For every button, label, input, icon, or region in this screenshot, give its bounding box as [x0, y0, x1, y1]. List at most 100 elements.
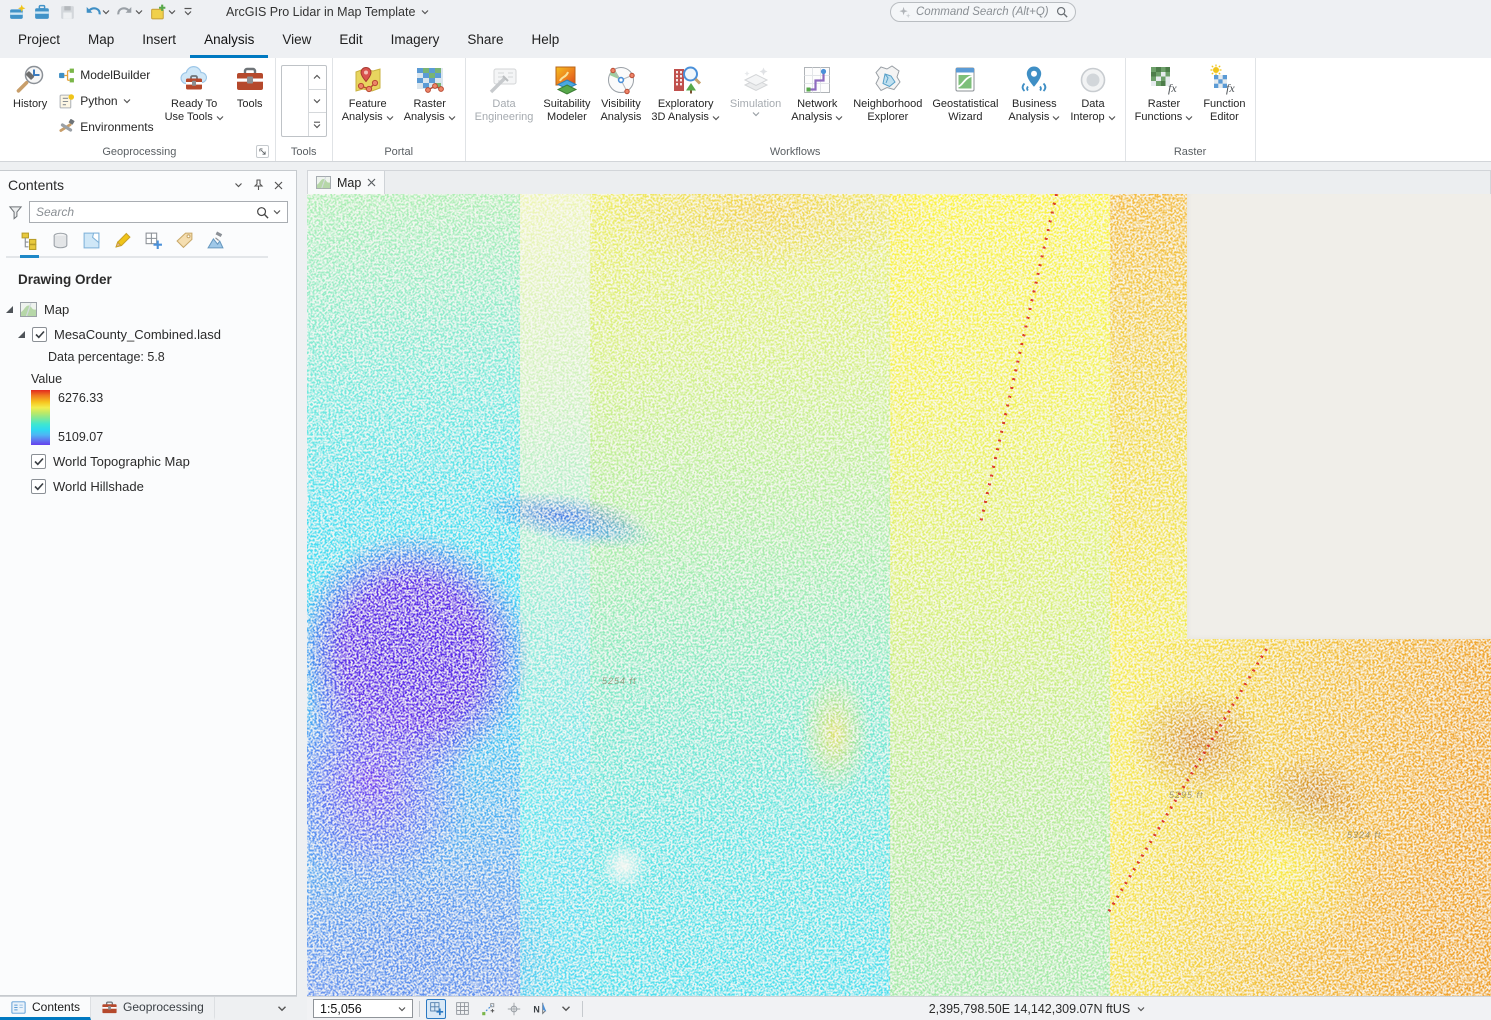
lasd-layer-row[interactable]: MesaCounty_Combined.lasd: [0, 322, 296, 347]
neighborhood-explorer-button[interactable]: Neighborhood Explorer: [849, 61, 926, 125]
suitability-modeler-button[interactable]: Suitability Modeler: [539, 61, 594, 125]
neighborhood-explorer-icon: [872, 64, 904, 96]
gallery-up-icon[interactable]: [309, 66, 326, 90]
contents-search-input[interactable]: [36, 205, 252, 219]
save-project-button[interactable]: [56, 2, 79, 23]
coordinate-readout[interactable]: 2,395,798.50E 14,142,309.07N ftUS: [589, 1002, 1485, 1016]
lasd-layer-label[interactable]: MesaCounty_Combined.lasd: [54, 327, 221, 342]
map-view-tab[interactable]: Map: [308, 171, 385, 194]
map-canvas[interactable]: 5254 ft 5295 ft 5324 ft: [307, 194, 1491, 996]
scale-select[interactable]: 1:5,056: [313, 999, 413, 1018]
tab-analysis[interactable]: Analysis: [190, 24, 268, 58]
grid-toggle[interactable]: [452, 999, 472, 1019]
gallery-down-icon[interactable]: [309, 90, 326, 114]
list-by-editing-tab[interactable]: [113, 231, 132, 258]
visibility-analysis-button[interactable]: Visibility Analysis: [596, 61, 645, 125]
main-area: Contents: [0, 162, 1491, 1020]
hillshade-checkbox[interactable]: [31, 479, 46, 494]
tab-share[interactable]: Share: [453, 24, 517, 58]
data-interop-button[interactable]: Data Interop: [1066, 61, 1119, 125]
tab-project[interactable]: Project: [4, 24, 74, 58]
undo-button[interactable]: [81, 2, 112, 23]
title-dropdown-icon[interactable]: [421, 9, 429, 15]
panel-menu-chevron-icon[interactable]: [228, 175, 248, 195]
map-tab-label[interactable]: Map: [337, 176, 361, 190]
tab-map[interactable]: Map: [74, 24, 128, 58]
data-interop-icon: [1077, 64, 1109, 96]
pane-tab-bar: Contents Geoprocessing: [0, 996, 297, 1020]
topo-layer-row[interactable]: World Topographic Map: [0, 449, 296, 474]
pane-tab-overflow-icon[interactable]: [267, 997, 297, 1020]
selectable-layers-toggle[interactable]: [426, 999, 446, 1019]
list-by-labeling-tab[interactable]: [175, 231, 194, 258]
exploratory-3d-analysis-button[interactable]: Exploratory 3D Analysis: [647, 61, 723, 125]
raster-analysis-button[interactable]: Raster Analysis: [400, 61, 460, 125]
pane-tab-contents[interactable]: Contents: [0, 997, 91, 1020]
list-by-charts-tab[interactable]: [206, 231, 225, 258]
python-button[interactable]: Python: [53, 89, 158, 113]
business-analysis-button[interactable]: Business Analysis: [1004, 61, 1064, 125]
list-by-drawing-order-tab[interactable]: [20, 231, 39, 258]
gallery-expand-icon[interactable]: [309, 113, 326, 136]
tab-imagery[interactable]: Imagery: [377, 24, 454, 58]
lasd-checkbox[interactable]: [32, 327, 47, 342]
history-button[interactable]: History: [9, 61, 51, 112]
geostatistical-wizard-button[interactable]: Geostatistical Wizard: [928, 61, 1002, 125]
tab-help[interactable]: Help: [517, 24, 573, 58]
environments-icon: [58, 119, 75, 136]
pane-tab-geoprocessing[interactable]: Geoprocessing: [91, 997, 215, 1020]
status-options-chevron-icon[interactable]: [556, 999, 576, 1019]
tab-insert[interactable]: Insert: [128, 24, 190, 58]
snapping-toggle[interactable]: [478, 999, 498, 1019]
hillshade-layer-label[interactable]: World Hillshade: [53, 479, 144, 494]
close-panel-icon[interactable]: [268, 175, 288, 195]
ready-to-use-tools-icon: [178, 64, 210, 96]
tab-edit[interactable]: Edit: [325, 24, 376, 58]
history-icon: [14, 64, 46, 96]
close-map-tab-icon[interactable]: [367, 178, 376, 187]
environments-button[interactable]: Environments: [53, 115, 158, 139]
hillshade-layer-row[interactable]: World Hillshade: [0, 474, 296, 499]
map-layer-row[interactable]: Map: [0, 297, 296, 322]
customize-qat-button[interactable]: [180, 6, 196, 18]
geoprocessing-dialog-launcher-icon[interactable]: [256, 145, 269, 158]
network-analysis-icon: [801, 64, 833, 96]
ribbon: History ModelBuilder Python Environment: [0, 58, 1491, 162]
topo-checkbox[interactable]: [31, 454, 46, 469]
contents-search-box[interactable]: [29, 201, 288, 223]
north-arrow-button[interactable]: N: [530, 999, 550, 1019]
topo-layer-label[interactable]: World Topographic Map: [53, 454, 190, 469]
search-options-chevron-icon[interactable]: [273, 209, 281, 215]
list-by-data-source-tab[interactable]: [51, 231, 70, 258]
tools-button[interactable]: Tools: [230, 61, 270, 112]
expand-map-icon[interactable]: [6, 306, 13, 313]
expand-lasd-icon[interactable]: [18, 331, 25, 338]
add-in-button[interactable]: [147, 2, 178, 23]
list-by-selection-tab[interactable]: [82, 231, 101, 258]
network-analysis-button[interactable]: Network Analysis: [787, 61, 847, 125]
raster-functions-button[interactable]: fx Raster Functions: [1131, 61, 1198, 125]
modelbuilder-button[interactable]: ModelBuilder: [53, 63, 158, 87]
list-by-snapping-tab[interactable]: [144, 231, 163, 258]
simulation-icon: [740, 64, 772, 96]
tab-view[interactable]: View: [268, 24, 325, 58]
ready-to-use-tools-button[interactable]: Ready To Use Tools: [161, 61, 228, 125]
function-editor-button[interactable]: fx Function Editor: [1199, 61, 1249, 125]
search-icon: [1056, 6, 1068, 18]
data-engineering-button: Data Engineering: [471, 61, 538, 125]
filter-icon[interactable]: [8, 205, 23, 220]
selectable-layers-icon: [429, 1001, 444, 1016]
pin-icon[interactable]: [248, 175, 268, 195]
crosshair-toggle[interactable]: [504, 999, 524, 1019]
ground-elevation-label: 5254 ft: [602, 676, 637, 686]
python-icon: [58, 93, 75, 110]
open-project-button[interactable]: [31, 2, 54, 23]
feature-analysis-button[interactable]: Feature Analysis: [338, 61, 398, 125]
ramp-min-label: 5109.07: [58, 430, 103, 444]
command-search[interactable]: [890, 2, 1076, 22]
raster-analysis-icon: [414, 64, 446, 96]
command-search-input[interactable]: [916, 6, 1051, 18]
new-project-button[interactable]: [6, 2, 29, 23]
map-layer-label[interactable]: Map: [44, 302, 69, 317]
redo-button[interactable]: [114, 2, 145, 23]
